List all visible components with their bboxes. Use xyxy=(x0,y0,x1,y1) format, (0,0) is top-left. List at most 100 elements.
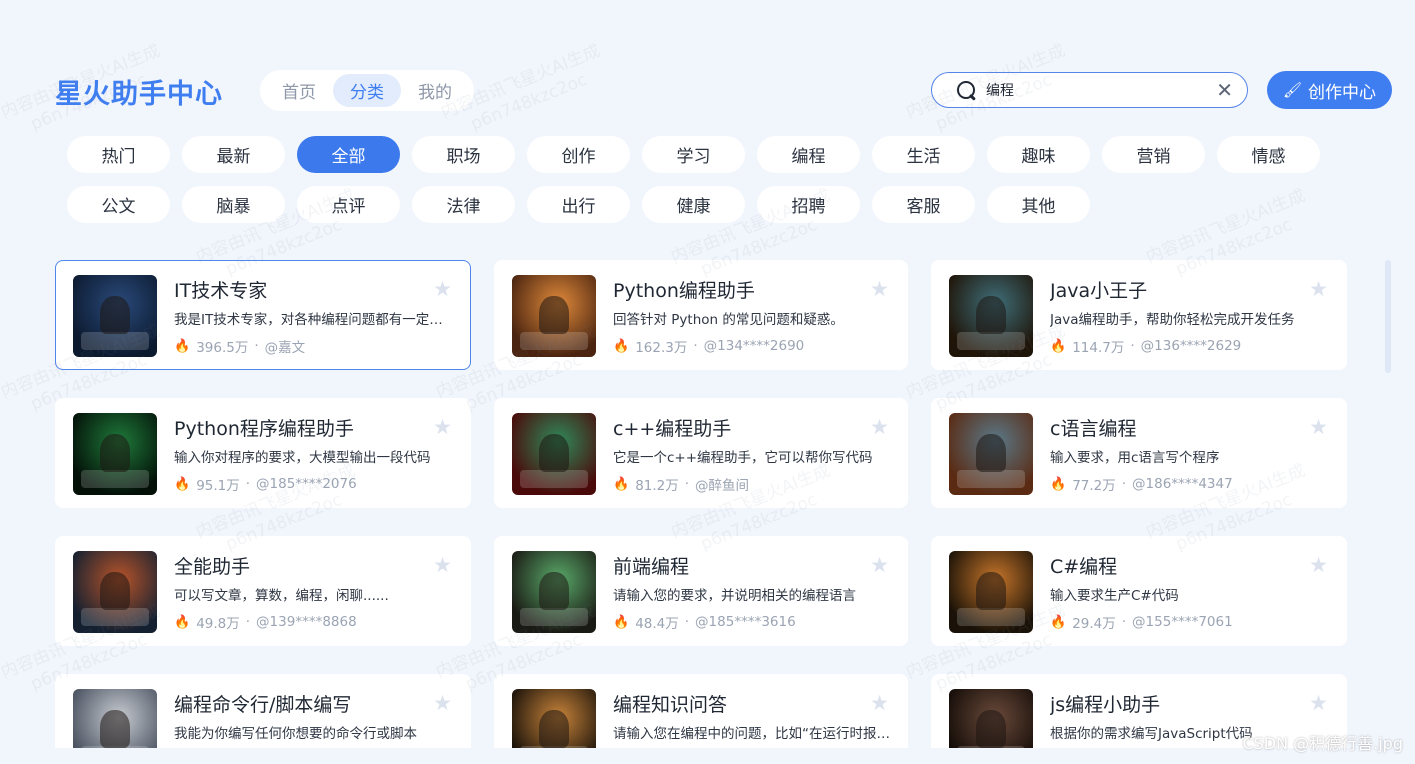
assistant-card[interactable]: IT技术专家 我是IT技术专家，对各种编程问题都有一定的了解 🔥 396.5万 · @嘉文… xyxy=(55,260,471,370)
top-nav: 首页 分类 我的 xyxy=(260,70,474,111)
category-chip[interactable]: 学习 xyxy=(642,136,745,173)
card-info: 前端编程 请输入您的要求，并说明相关的编程语言 🔥 48.4万 · @185****361… xyxy=(613,551,890,632)
tab-home[interactable]: 首页 xyxy=(265,74,333,107)
category-chip[interactable]: 其他 xyxy=(987,186,1090,223)
usage-count: 29.4万 xyxy=(1072,616,1116,632)
create-center-button[interactable]: 🖌 创作中心 xyxy=(1267,71,1392,109)
meta-separator: · xyxy=(1121,614,1127,630)
thumbnail-desk xyxy=(81,608,149,627)
category-chip[interactable]: 情感 xyxy=(1217,136,1320,173)
card-meta: 🔥 95.1万 · @185****2076 xyxy=(174,474,453,494)
assistant-card[interactable]: Java小王子 Java编程助手，帮助你轻松完成开发任务 🔥 114.7万 · @136*… xyxy=(931,260,1347,370)
tab-mine[interactable]: 我的 xyxy=(401,74,469,107)
assistant-thumbnail xyxy=(512,275,596,357)
card-description: 请输入您在编程中的问题，比如“在运行时报错” xyxy=(613,726,890,742)
assistant-thumbnail xyxy=(73,413,157,495)
assistant-card[interactable]: Python程序编程助手输入你对程序的要求，大模型输出一段代码 🔥 95.1万 · @1… xyxy=(55,398,471,508)
brand-title: 星火助手中心 xyxy=(55,79,223,110)
star-icon[interactable]: ★ xyxy=(870,417,889,438)
meta-separator: · xyxy=(1121,476,1127,492)
category-chip[interactable]: 趣味 xyxy=(987,136,1090,173)
thumbnail-desk xyxy=(957,746,1025,748)
assistant-card[interactable]: 编程命令行/脚本编写 我能为你编写任何你想要的命令行或脚本 ★ xyxy=(55,674,471,748)
category-chip[interactable]: 营销 xyxy=(1102,136,1205,173)
card-title: Java小王子 xyxy=(1050,280,1148,302)
star-icon[interactable]: ★ xyxy=(433,555,452,576)
card-author: @185****2076 xyxy=(256,476,357,492)
star-icon[interactable]: ★ xyxy=(1309,417,1328,438)
fire-icon: 🔥 xyxy=(613,476,630,492)
scrollbar-thumb[interactable] xyxy=(1385,260,1391,373)
assistant-thumbnail xyxy=(949,413,1033,495)
star-icon[interactable]: ★ xyxy=(1309,555,1328,576)
thumbnail-desk xyxy=(520,608,588,627)
card-info: Python编程助手回答针对 Python 的常见问题和疑惑。 🔥 162.3万 · @… xyxy=(613,275,890,356)
assistant-card[interactable]: Python编程助手回答针对 Python 的常见问题和疑惑。 🔥 162.3万 · @… xyxy=(494,260,908,370)
card-description: 输入要求，用c语言写个程序 xyxy=(1050,450,1220,466)
card-meta: 🔥 49.8万 · @139****8868 xyxy=(174,612,453,632)
star-icon[interactable]: ★ xyxy=(433,417,452,438)
tab-category[interactable]: 分类 xyxy=(333,74,401,107)
search-box: ✕ xyxy=(931,72,1248,108)
category-chip[interactable]: 职场 xyxy=(412,136,515,173)
category-chip[interactable]: 客服 xyxy=(872,186,975,223)
usage-count: 49.8万 xyxy=(196,616,240,632)
usage-count: 162.3万 xyxy=(635,340,688,356)
card-description: 输入你对程序的要求，大模型输出一段代码 xyxy=(174,450,431,466)
usage-count: 48.4万 xyxy=(635,616,679,632)
assistant-card[interactable]: C#编程 输入要求生产C#代码 🔥 29.4万 · @155****7061 ★ xyxy=(931,536,1347,646)
card-title: Python程序编程助手 xyxy=(174,418,354,440)
star-icon[interactable]: ★ xyxy=(1309,693,1328,714)
card-author: @醉鱼间 xyxy=(695,478,750,494)
meta-separator: · xyxy=(1130,338,1135,354)
create-center-label: 创作中心 xyxy=(1308,82,1377,103)
assistant-card[interactable]: 全能助手 可以写文章，算数，编程，闲聊...... 🔥 49.8万 · @139****8… xyxy=(55,536,471,646)
category-chip[interactable]: 法律 xyxy=(412,186,515,223)
meta-separator: · xyxy=(684,476,690,492)
card-meta: 🔥 162.3万 · @134****2690 xyxy=(613,336,890,356)
card-description: 回答针对 Python 的常见问题和疑惑。 xyxy=(613,312,844,328)
thumbnail-desk xyxy=(957,332,1025,351)
card-title: Python编程助手 xyxy=(613,280,755,302)
category-chip[interactable]: 公文 xyxy=(67,186,170,223)
card-info: C#编程 输入要求生产C#代码 🔥 29.4万 · @155****7061 xyxy=(1050,551,1329,632)
assistant-card[interactable]: 编程知识问答 请输入您在编程中的问题，比如“在运行时报错” ★ xyxy=(494,674,908,748)
image-credit: CSDN @积德行善.jpg xyxy=(1242,734,1403,753)
thumbnail-desk xyxy=(81,332,149,351)
star-icon[interactable]: ★ xyxy=(1309,279,1328,300)
star-icon[interactable]: ★ xyxy=(433,279,452,300)
card-title: 前端编程 xyxy=(613,556,690,578)
card-description: 我是IT技术专家，对各种编程问题都有一定的了解 xyxy=(174,312,453,328)
category-chip[interactable]: 热门 xyxy=(67,136,170,173)
assistant-thumbnail xyxy=(949,275,1033,357)
assistant-card[interactable]: 前端编程 请输入您的要求，并说明相关的编程语言 🔥 48.4万 · @185****361… xyxy=(494,536,908,646)
scrollbar[interactable] xyxy=(1385,260,1391,748)
close-icon[interactable]: ✕ xyxy=(1216,80,1233,100)
star-icon[interactable]: ★ xyxy=(870,555,889,576)
category-chip[interactable]: 全部 xyxy=(297,136,400,173)
assistant-card[interactable]: c++编程助手 它是一个c++编程助手，它可以帮你写代码 🔥 81.2万 · @醉鱼间 ★ xyxy=(494,398,908,508)
fire-icon: 🔥 xyxy=(1050,338,1067,354)
card-meta: 🔥 81.2万 · @醉鱼间 xyxy=(613,474,890,494)
category-chip[interactable]: 健康 xyxy=(642,186,745,223)
card-description: 输入要求生产C#代码 xyxy=(1050,588,1179,604)
assistant-card[interactable]: c语言编程 输入要求，用c语言写个程序 🔥 77.2万 · @186****4347 ★ xyxy=(931,398,1347,508)
category-chip[interactable]: 生活 xyxy=(872,136,975,173)
category-chip[interactable]: 编程 xyxy=(757,136,860,173)
category-chip[interactable]: 点评 xyxy=(297,186,400,223)
meta-separator: · xyxy=(684,614,690,630)
star-icon[interactable]: ★ xyxy=(870,279,889,300)
category-chip[interactable]: 出行 xyxy=(527,186,630,223)
category-chip[interactable]: 创作 xyxy=(527,136,630,173)
category-chip[interactable]: 脑暴 xyxy=(182,186,285,223)
assistant-thumbnail xyxy=(512,551,596,633)
usage-count: 77.2万 xyxy=(1072,478,1116,494)
star-icon[interactable]: ★ xyxy=(870,693,889,714)
assistant-thumbnail xyxy=(73,689,157,748)
assistant-thumbnail xyxy=(512,689,596,748)
star-icon[interactable]: ★ xyxy=(433,693,452,714)
card-info: Python程序编程助手输入你对程序的要求，大模型输出一段代码 🔥 95.1万 · @1… xyxy=(174,413,453,494)
search-input[interactable] xyxy=(976,82,1217,98)
category-chip[interactable]: 最新 xyxy=(182,136,285,173)
category-chip[interactable]: 招聘 xyxy=(757,186,860,223)
